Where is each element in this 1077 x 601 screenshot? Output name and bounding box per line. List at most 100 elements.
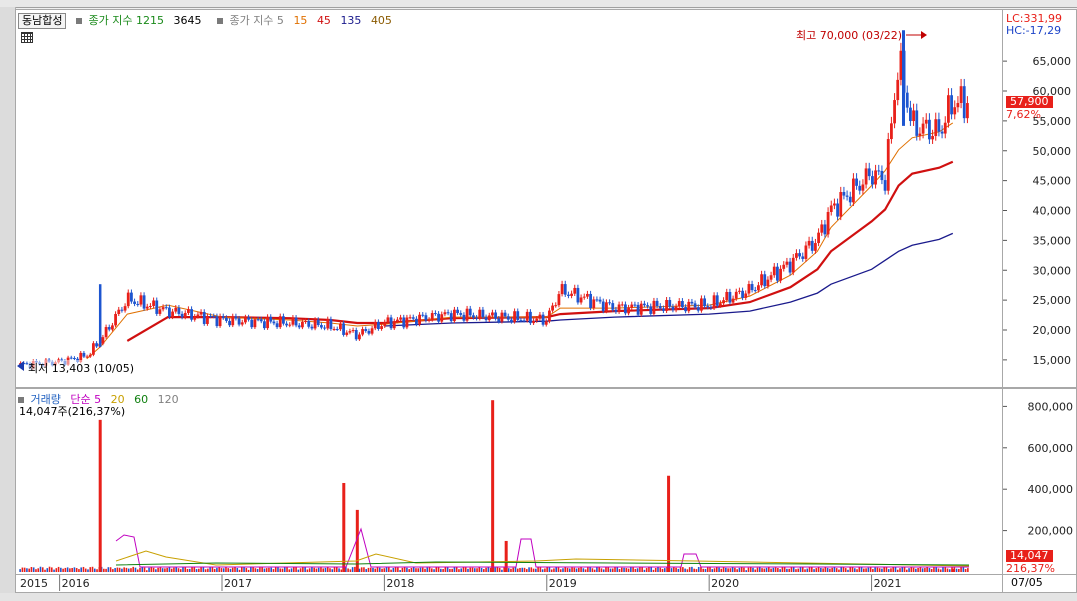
legend-ma-prefix[interactable]: 종가 지수 5 xyxy=(229,14,283,27)
volume-bar xyxy=(331,569,334,572)
volume-ma-120[interactable]: 120 xyxy=(158,393,179,406)
volume-axis[interactable]: 800,000 600,000 400,000 200,000 xyxy=(1003,388,1077,575)
candle-body xyxy=(484,317,488,321)
volume-bar xyxy=(829,568,831,572)
candle-body xyxy=(215,316,219,327)
legend-ma-135[interactable]: 135 xyxy=(340,14,361,27)
left-scroll-strip[interactable] xyxy=(0,7,16,601)
candle-body xyxy=(643,303,646,306)
high-arrow-head xyxy=(921,31,927,39)
volume-bar xyxy=(317,567,320,572)
volume-bar xyxy=(57,566,60,572)
volume-bar xyxy=(964,569,967,572)
volume-bar xyxy=(799,566,802,572)
volume-bar xyxy=(754,569,757,572)
price-chart-svg[interactable] xyxy=(16,10,1002,387)
volume-bar xyxy=(453,566,456,572)
candle-body xyxy=(823,224,827,235)
candle-body xyxy=(472,315,475,318)
price-tick-label: 25,000 xyxy=(1033,294,1072,307)
volume-bar xyxy=(26,568,28,572)
candle-body xyxy=(253,319,257,328)
change-pct: 7,62% xyxy=(1006,108,1041,121)
volume-bar xyxy=(605,567,607,572)
volume-bar xyxy=(738,567,741,572)
candle-body xyxy=(855,178,858,186)
volume-chart-svg[interactable] xyxy=(16,389,1002,574)
volume-bar xyxy=(539,567,542,572)
volume-bar xyxy=(743,567,745,572)
candle-body xyxy=(326,319,330,329)
volume-bar xyxy=(277,567,279,572)
grid-tool-icon[interactable] xyxy=(21,32,33,43)
volume-bar xyxy=(625,568,628,572)
volume-ma-60[interactable]: 60 xyxy=(134,393,148,406)
candle-body xyxy=(187,309,190,313)
volume-bar xyxy=(487,566,490,572)
volume-bar xyxy=(21,567,24,572)
legend-ma-15[interactable]: 15 xyxy=(293,14,307,27)
candle-body xyxy=(288,324,292,326)
volume-bar xyxy=(661,568,664,572)
volume-bar xyxy=(471,567,474,572)
price-tick-label: 40,000 xyxy=(1033,205,1072,218)
candle-body xyxy=(877,170,881,172)
volume-bar xyxy=(822,568,824,572)
candle-body xyxy=(649,306,653,314)
stock-name-label[interactable]: 동남합성 xyxy=(18,13,67,29)
volume-bar xyxy=(399,570,401,572)
candle-body xyxy=(354,330,358,340)
candle-body xyxy=(307,320,311,327)
price-axis[interactable]: 65,000 60,000 55,000 50,000 45,000 40,000 35,0… xyxy=(1003,9,1077,388)
bottom-scroll-strip[interactable] xyxy=(0,593,1077,601)
x-axis[interactable]: 2015 2016 2017 2018 2019 2020 2021 xyxy=(15,575,1003,593)
candle-body xyxy=(874,170,877,185)
volume-bar xyxy=(623,567,625,572)
volume-bar xyxy=(553,568,555,572)
volume-bar xyxy=(222,568,225,572)
candle-body xyxy=(468,308,472,316)
volume-bar xyxy=(240,567,243,572)
candle-body xyxy=(491,312,494,316)
candle-body xyxy=(386,317,390,323)
legend-ma-45[interactable]: 45 xyxy=(317,14,331,27)
candle-body xyxy=(415,318,418,325)
volume-bar xyxy=(869,567,872,572)
volume-bar xyxy=(702,568,705,572)
candle-body xyxy=(149,305,152,307)
candle-body xyxy=(864,168,868,185)
volume-bar xyxy=(311,567,313,572)
volume-spike-bar xyxy=(342,482,346,572)
volume-bar xyxy=(44,569,46,572)
legend-ma-405[interactable]: 405 xyxy=(371,14,392,27)
price-tick-label: 45,000 xyxy=(1033,175,1072,188)
volume-bar xyxy=(225,567,227,572)
candle-body xyxy=(399,317,402,320)
volume-bar xyxy=(878,568,881,572)
candle-body xyxy=(725,291,729,301)
volume-bar xyxy=(410,567,413,572)
volume-bar xyxy=(575,568,578,572)
candle-body xyxy=(918,133,922,136)
candle-body xyxy=(95,343,98,347)
volume-bar xyxy=(541,569,544,572)
candle-body xyxy=(171,311,174,318)
volume-bar xyxy=(720,568,723,572)
legend-count: 3645 xyxy=(173,14,202,27)
volume-bar xyxy=(313,567,315,572)
volume-bar xyxy=(865,568,867,572)
candle-body xyxy=(291,317,295,325)
volume-bar xyxy=(768,567,770,572)
legend-index[interactable]: 종가 지수 1215 xyxy=(88,14,163,27)
volume-chart-panel[interactable]: 거래량 단순 5 20 60 120 14,047주(216,37%) xyxy=(15,388,1003,575)
volume-bar xyxy=(571,567,573,572)
volume-bar xyxy=(849,567,852,572)
price-chart-panel[interactable]: 동남합성 종가 지수 1215 3645 종가 지수 5 15 45 135 4… xyxy=(15,9,1003,388)
candle-body xyxy=(424,315,428,321)
candle-body xyxy=(453,309,456,322)
volume-bar xyxy=(114,568,116,572)
candle-body xyxy=(744,293,748,298)
candle-body xyxy=(456,309,459,314)
volume-bar xyxy=(824,567,827,572)
volume-bar xyxy=(555,566,558,572)
